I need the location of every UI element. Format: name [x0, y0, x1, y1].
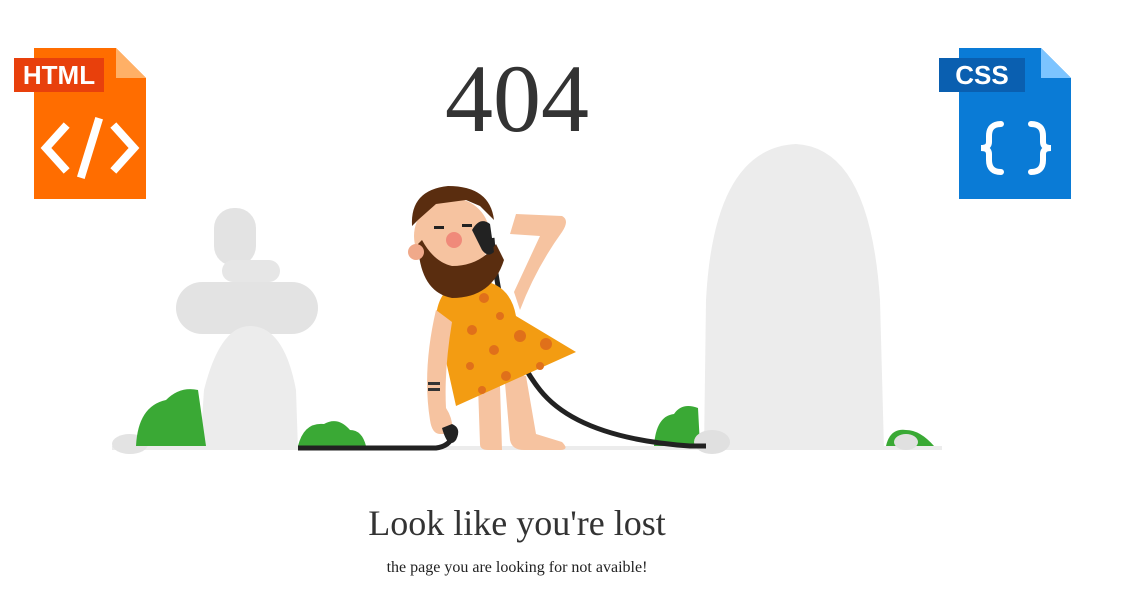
bush-right-rock — [654, 406, 700, 446]
lost-heading: Look like you're lost — [368, 503, 666, 543]
error-code: 404 — [445, 45, 589, 152]
lost-message: the page you are looking for not avaible… — [386, 559, 648, 576]
tall-rock — [694, 144, 918, 454]
bush-middle — [298, 421, 366, 446]
caveman — [408, 186, 576, 450]
bush-left — [136, 389, 206, 446]
caveman-on-phone-illustration — [100, 140, 960, 460]
stone-stack — [112, 208, 318, 454]
